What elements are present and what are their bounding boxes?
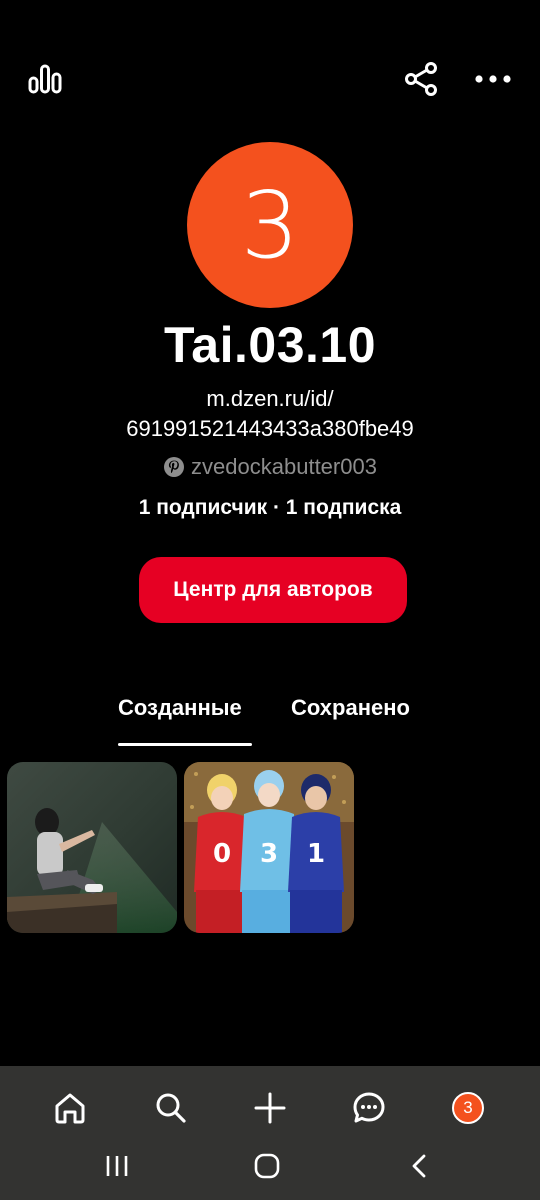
nav-profile[interactable]: 3 <box>440 1080 496 1136</box>
bar-chart-icon <box>28 64 62 94</box>
pinterest-handle: zvedockabutter003 <box>191 454 377 479</box>
home-outline-icon <box>254 1153 280 1179</box>
stats-button[interactable] <box>22 56 68 102</box>
svg-text:0: 0 <box>213 839 231 869</box>
tab-saved[interactable]: Сохранено <box>291 695 410 721</box>
pin-basketball-players[interactable]: 0 3 1 <box>184 762 354 933</box>
pin-image-basketball-players: 0 3 1 <box>184 762 354 933</box>
recents-icon <box>106 1156 128 1176</box>
nav-home[interactable] <box>42 1080 98 1136</box>
plus-icon <box>254 1092 286 1124</box>
more-button[interactable] <box>470 56 516 102</box>
avatar-letter: 3 <box>240 171 300 279</box>
profile-url-line-1: m.dzen.ru/id/ <box>206 386 334 411</box>
svg-text:1: 1 <box>307 839 325 869</box>
system-navigation <box>0 1136 540 1196</box>
messages-icon <box>353 1092 385 1123</box>
nav-messages[interactable] <box>341 1080 397 1136</box>
system-back-button[interactable] <box>397 1146 441 1186</box>
system-home-button[interactable] <box>245 1146 289 1186</box>
pinterest-handle-row: zvedockabutter003 <box>0 454 540 480</box>
nav-profile-avatar: 3 <box>452 1092 484 1124</box>
back-icon <box>412 1154 426 1178</box>
home-icon <box>55 1093 85 1124</box>
system-recents-button[interactable] <box>95 1146 139 1186</box>
more-dots-icon <box>475 75 511 83</box>
profile-username: Tai.03.10 <box>163 317 377 373</box>
profile-avatar[interactable]: 3 <box>187 142 353 308</box>
pin-boy-sitting[interactable] <box>7 762 177 933</box>
profile-url-line-2: 691991521443433a380fbe49 <box>126 416 414 441</box>
tab-created[interactable]: Созданные <box>118 695 242 721</box>
active-tab-indicator <box>118 743 252 746</box>
pin-image-boy-sitting <box>7 762 177 933</box>
share-icon <box>405 62 437 96</box>
profile-url[interactable]: m.dzen.ru/id/ 691991521443433a380fbe49 <box>0 384 540 444</box>
nav-search[interactable] <box>143 1080 199 1136</box>
creator-center-button[interactable]: Центр для авторов <box>139 557 407 623</box>
follow-counts[interactable]: 1 подписчик · 1 подписка <box>0 496 540 520</box>
profile-tabs: Созданные Сохранено <box>0 695 540 755</box>
nav-avatar-letter: 3 <box>463 1098 473 1117</box>
top-bar <box>0 0 540 160</box>
pinterest-logo-icon <box>164 457 185 477</box>
nav-create[interactable] <box>242 1080 298 1136</box>
share-button[interactable] <box>398 56 444 102</box>
svg-text:3: 3 <box>260 839 278 869</box>
search-icon <box>156 1093 186 1123</box>
